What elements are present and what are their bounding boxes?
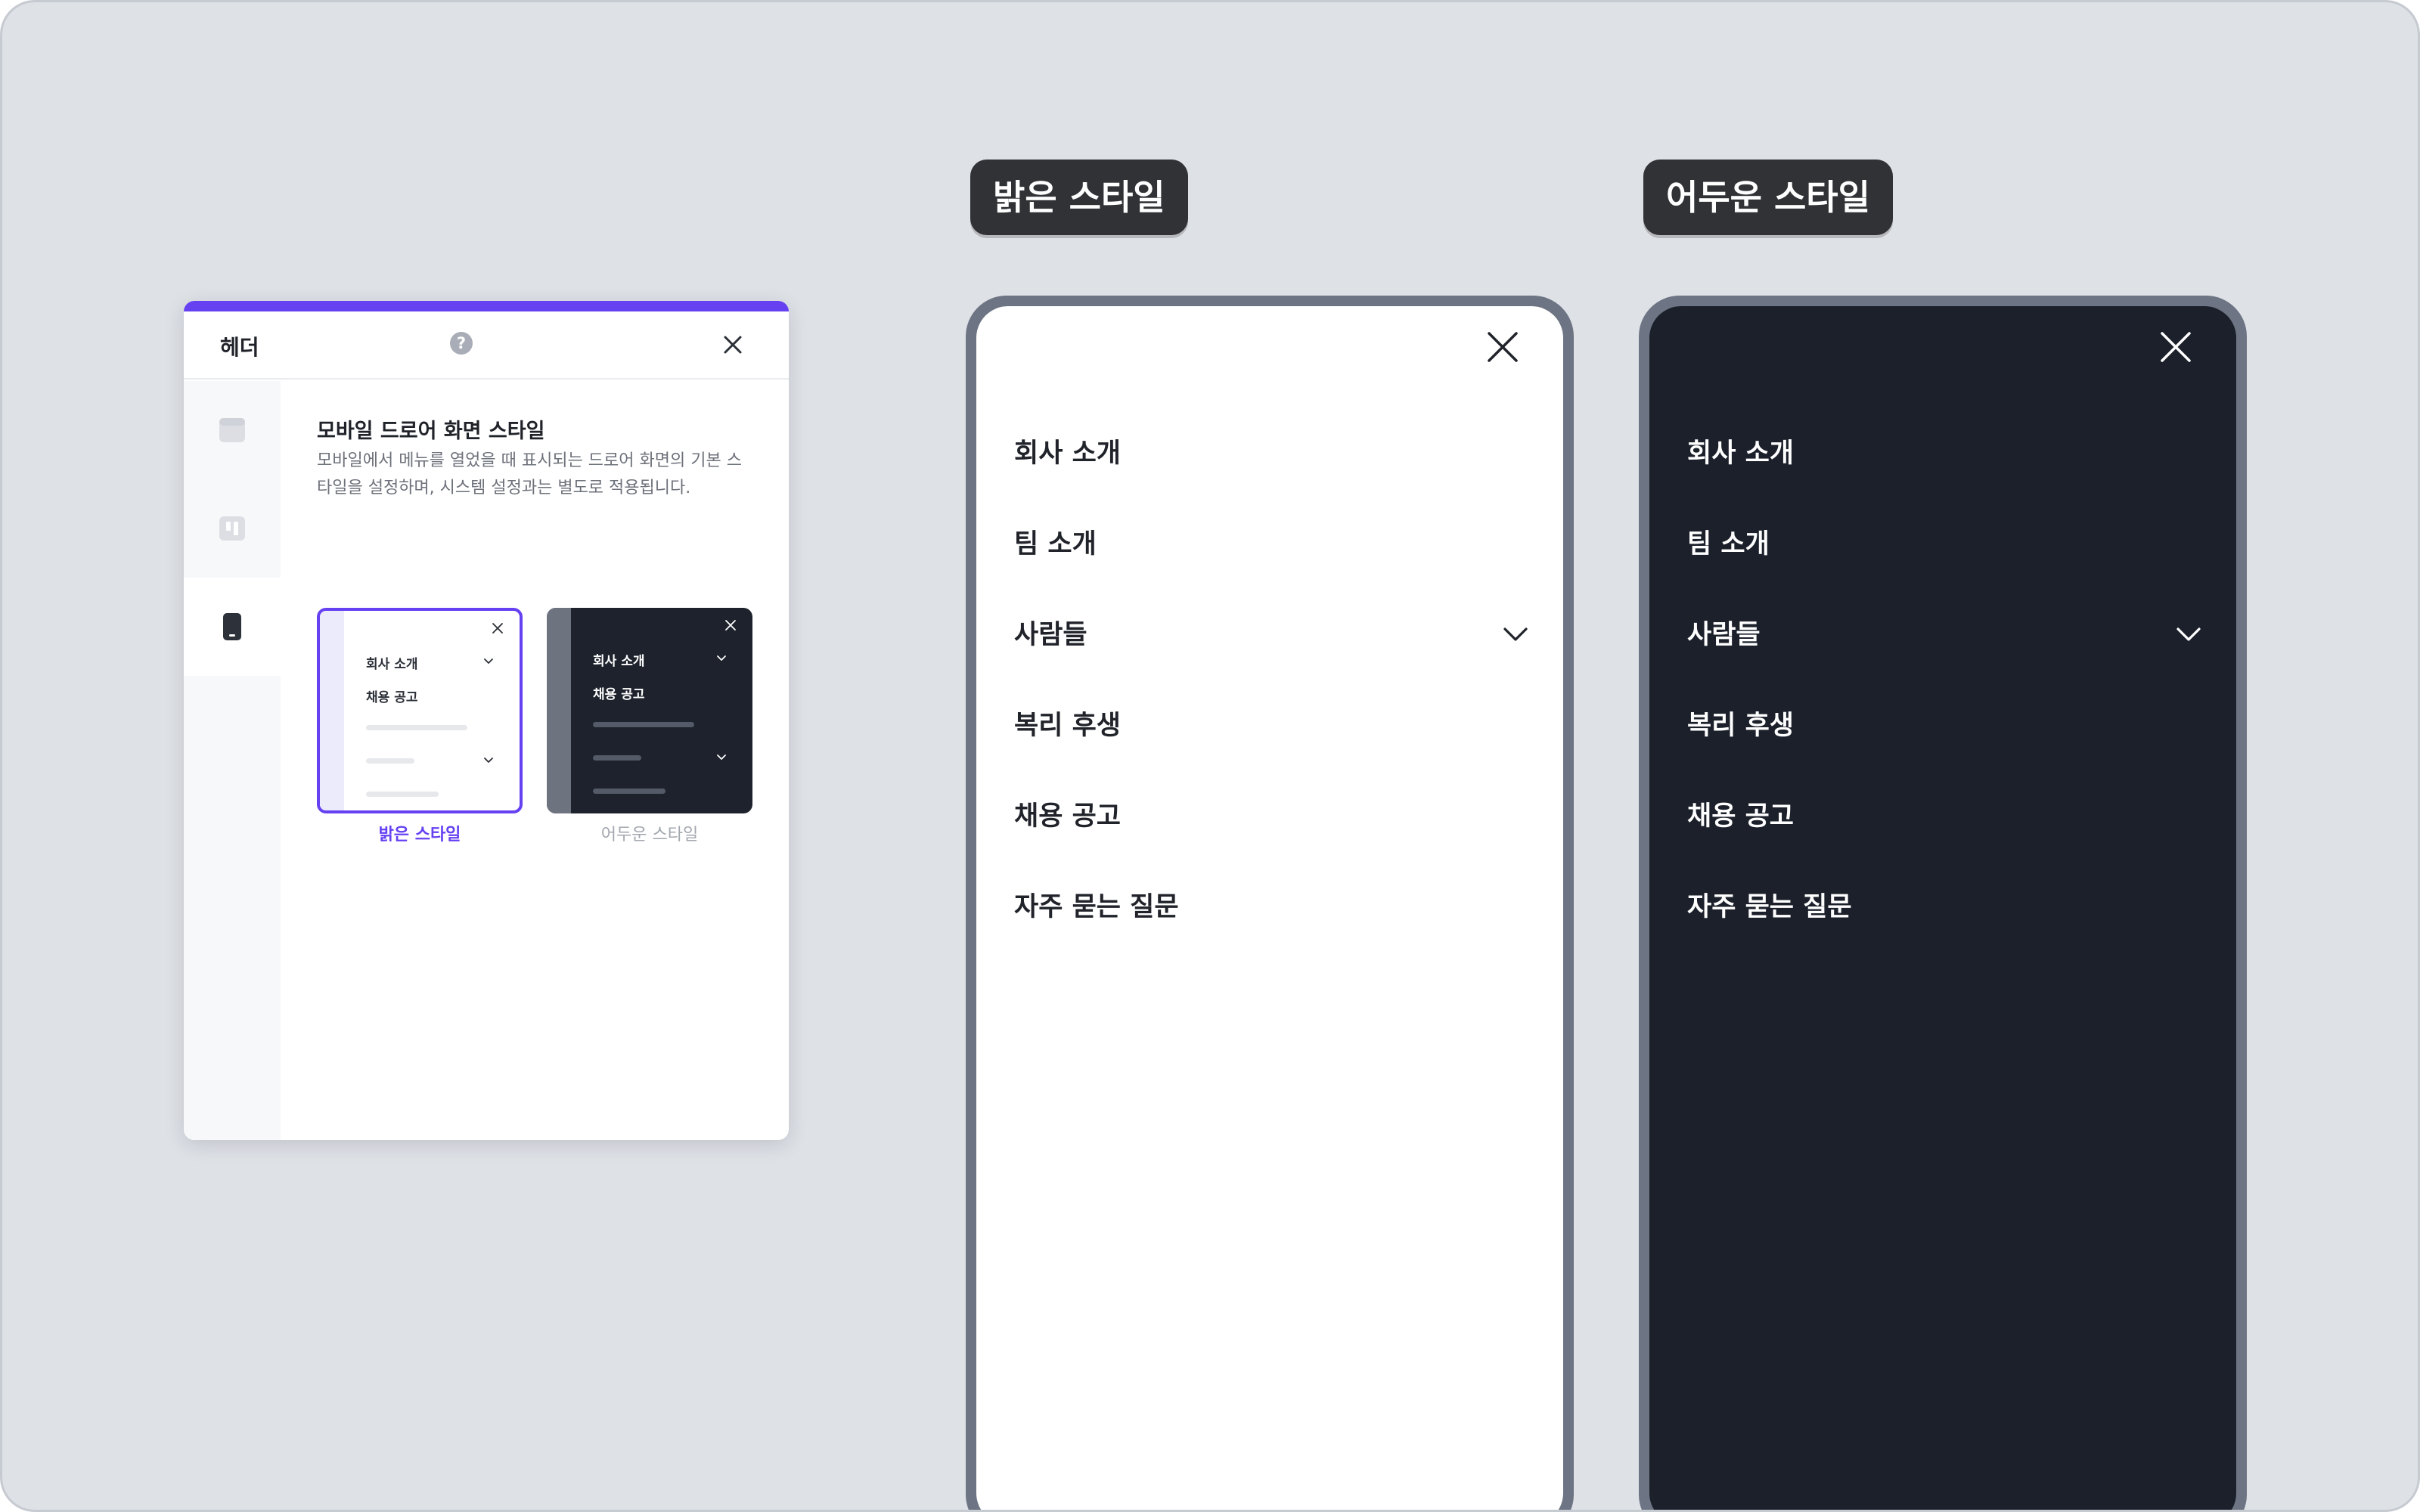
dark-drawer-screen: 회사 소개 팀 소개 사람들 복리 후생 채용 공고 자주 묻는 질문 xyxy=(1649,306,2236,1510)
sidebar-item-columns-layout[interactable] xyxy=(184,479,281,578)
mobile-phone-icon xyxy=(223,613,241,640)
dark-drawer-preview: 회사 소개 팀 소개 사람들 복리 후생 채용 공고 자주 묻는 질문 xyxy=(1639,296,2247,1510)
menu-item-label: 자주 묻는 질문 xyxy=(1687,892,1852,922)
menu-item-label: 채용 공고 xyxy=(1687,801,1794,832)
section-description: 모바일에서 메뉴를 열었을 때 표시되는 드로어 화면의 기본 스타일을 설정하… xyxy=(317,451,742,497)
thumbnail-menu-item: 채용 공고 xyxy=(366,690,418,705)
menu-item-team-intro[interactable]: 팀 소개 xyxy=(1014,518,1528,571)
menu-item-label: 복리 후생 xyxy=(1014,711,1121,741)
canvas: 헤더 ? 모바일 드로어 화면 스타일 모바일에서 메뉴를 열었을 때 표시되는… xyxy=(0,0,2420,1512)
menu-item-label: 회사 소개 xyxy=(1014,438,1121,469)
columns-layout-icon xyxy=(219,516,245,541)
light-drawer-preview: 회사 소개 팀 소개 사람들 복리 후생 채용 공고 자주 묻는 질문 xyxy=(966,296,1574,1510)
chevron-down-icon[interactable] xyxy=(1503,626,1528,644)
chevron-down-icon xyxy=(484,658,493,664)
panel-title: 헤더 xyxy=(220,335,259,360)
menu-item-label: 회사 소개 xyxy=(1687,438,1794,469)
panel-sidebar xyxy=(184,381,281,1140)
chevron-down-icon[interactable] xyxy=(2176,626,2201,644)
menu-item-label: 팀 소개 xyxy=(1014,529,1097,559)
thumbnail-placeholder-line xyxy=(593,722,694,727)
close-icon[interactable] xyxy=(721,333,745,357)
menu-item-label: 사람들 xyxy=(1687,620,1761,650)
thumbnail-menu-item: 회사 소개 xyxy=(593,654,645,669)
menu-item-company-intro[interactable]: 회사 소개 xyxy=(1687,427,2201,480)
thumbnail-placeholder-line xyxy=(366,725,467,730)
thumbnail-backdrop xyxy=(320,611,344,810)
chevron-down-icon xyxy=(717,655,726,661)
menu-item-people[interactable]: 사람들 xyxy=(1687,609,2201,662)
dark-style-thumbnail[interactable]: 회사 소개 채용 공고 xyxy=(547,608,752,813)
menu-item-benefits[interactable]: 복리 후생 xyxy=(1014,699,1528,752)
menu-item-jobs[interactable]: 채용 공고 xyxy=(1014,790,1528,843)
menu-item-faq[interactable]: 자주 묻는 질문 xyxy=(1687,881,2201,934)
header-settings-panel: 헤더 ? 모바일 드로어 화면 스타일 모바일에서 메뉴를 열었을 때 표시되는… xyxy=(184,301,789,1140)
light-style-label[interactable]: 밝은 스타일 xyxy=(317,821,523,845)
close-icon[interactable] xyxy=(2158,329,2194,365)
menu-item-jobs[interactable]: 채용 공고 xyxy=(1687,790,2201,843)
sidebar-item-header-layout[interactable] xyxy=(184,381,281,479)
close-icon xyxy=(725,620,736,631)
light-drawer-screen: 회사 소개 팀 소개 사람들 복리 후생 채용 공고 자주 묻는 질문 xyxy=(976,306,1563,1510)
thumbnail-backdrop xyxy=(547,608,571,813)
chevron-down-icon xyxy=(484,758,493,763)
menu-item-faq[interactable]: 자주 묻는 질문 xyxy=(1014,881,1528,934)
sidebar-item-mobile[interactable] xyxy=(184,578,281,676)
thumbnail-placeholder-line xyxy=(366,792,439,797)
menu-item-label: 복리 후생 xyxy=(1687,711,1794,741)
panel-header: 헤더 ? xyxy=(184,311,789,380)
menu-item-label: 채용 공고 xyxy=(1014,801,1121,832)
menu-item-company-intro[interactable]: 회사 소개 xyxy=(1014,427,1528,480)
thumbnail-placeholder-line xyxy=(366,758,414,764)
menu-item-team-intro[interactable]: 팀 소개 xyxy=(1687,518,2201,571)
chevron-down-icon xyxy=(717,754,726,760)
menu-item-label: 사람들 xyxy=(1014,620,1087,650)
light-style-option[interactable]: 회사 소개 채용 공고 밝은 스타일 xyxy=(317,608,523,845)
thumbnail-menu-item: 회사 소개 xyxy=(366,657,418,672)
menu-item-benefits[interactable]: 복리 후생 xyxy=(1687,699,2201,752)
menu-item-label: 자주 묻는 질문 xyxy=(1014,892,1179,922)
help-icon[interactable]: ? xyxy=(450,332,473,355)
light-style-badge: 밝은 스타일 xyxy=(970,160,1188,235)
menu-item-people[interactable]: 사람들 xyxy=(1014,609,1528,662)
thumbnail-menu-item: 채용 공고 xyxy=(593,687,645,702)
panel-accent-bar xyxy=(184,301,789,311)
thumbnail-placeholder-line xyxy=(593,755,641,761)
panel-content: 모바일 드로어 화면 스타일 모바일에서 메뉴를 열었을 때 표시되는 드로어 … xyxy=(281,381,789,1140)
close-icon[interactable] xyxy=(1485,329,1521,365)
light-style-thumbnail[interactable]: 회사 소개 채용 공고 xyxy=(317,608,523,813)
header-layout-icon xyxy=(219,418,245,442)
section-title: 모바일 드로어 화면 스타일 xyxy=(317,420,545,443)
dark-style-badge: 어두운 스타일 xyxy=(1643,160,1893,235)
dark-style-option[interactable]: 회사 소개 채용 공고 어두운 스타일 xyxy=(547,608,752,845)
thumbnail-placeholder-line xyxy=(593,789,666,794)
dark-style-label[interactable]: 어두운 스타일 xyxy=(547,821,752,845)
close-icon xyxy=(492,623,503,634)
menu-item-label: 팀 소개 xyxy=(1687,529,1770,559)
